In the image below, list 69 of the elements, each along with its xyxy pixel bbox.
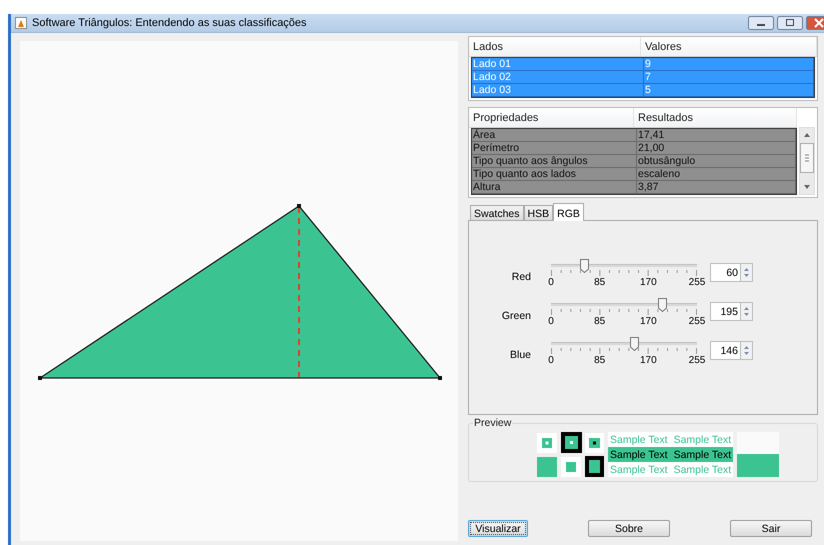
action-button[interactable]: Visualizar xyxy=(468,520,528,537)
table-cell: 7 xyxy=(644,71,814,84)
table-cell: Tipo quanto aos ângulos xyxy=(472,155,637,168)
group-title: Preview xyxy=(473,417,512,429)
tick-label: 85 xyxy=(594,277,606,288)
tab[interactable]: RGB xyxy=(553,203,584,221)
app-icon xyxy=(15,17,27,29)
tick-label: 255 xyxy=(688,355,706,366)
spinner-arrows-icon[interactable] xyxy=(740,341,753,360)
slider-thumb[interactable] xyxy=(658,298,667,312)
table-cell: Lado 01 xyxy=(472,58,644,71)
table-cell: Altura xyxy=(472,181,637,194)
table-cell: obtusângulo xyxy=(637,155,796,168)
column-header[interactable]: Valores xyxy=(641,37,817,56)
tick-label: 170 xyxy=(640,316,657,327)
table-cell: 17,41 xyxy=(637,129,796,142)
table-cell: 21,00 xyxy=(637,142,796,155)
tick-label: 170 xyxy=(640,355,657,366)
slider[interactable] xyxy=(549,298,699,310)
table-cell: Tipo quanto aos lados xyxy=(472,168,637,181)
table-cell: Lado 03 xyxy=(472,84,644,97)
spinner-arrows-icon[interactable] xyxy=(740,263,753,282)
table-cell: escaleno xyxy=(637,168,796,181)
column-header[interactable]: Lados xyxy=(469,37,641,56)
slider[interactable] xyxy=(549,259,699,271)
tick-label: 0 xyxy=(548,277,554,288)
sample-text: Sample Text xyxy=(610,464,668,476)
spinner-field[interactable]: 60 xyxy=(710,263,740,282)
scroll-thumb[interactable] xyxy=(801,144,813,172)
sample-text: Sample Text xyxy=(674,464,732,476)
table-cell: 5 xyxy=(644,84,814,97)
vertex-point xyxy=(438,376,442,380)
sample-text: Sample Text xyxy=(610,434,668,446)
scrollbar[interactable] xyxy=(799,127,815,195)
tick-label: 170 xyxy=(640,277,657,288)
tab[interactable]: Swatches xyxy=(470,205,524,220)
sample-text: Sample Text xyxy=(674,434,732,446)
slider-label: Red xyxy=(510,270,532,283)
tick-label: 0 xyxy=(548,316,554,327)
slider[interactable] xyxy=(549,337,699,349)
table-cell: Perímetro xyxy=(472,142,637,155)
color-comparison-drawing xyxy=(737,432,780,478)
vertex-point xyxy=(38,376,42,380)
spinner-arrows-icon[interactable] xyxy=(740,302,753,321)
tick-label: 85 xyxy=(594,355,606,366)
sample-text: Sample Text xyxy=(610,448,668,460)
minimize-icon[interactable] xyxy=(748,16,774,30)
table-cell: Lado 02 xyxy=(472,71,644,84)
action-button[interactable]: Sobre xyxy=(588,520,670,537)
slider-label: Blue xyxy=(508,348,532,361)
tick-label: 255 xyxy=(688,277,706,288)
table-cell: 9 xyxy=(644,58,814,71)
table-cell: Área xyxy=(472,129,637,142)
slider-label: Green xyxy=(500,309,532,322)
sample-text: Sample Text xyxy=(674,448,732,460)
spinner-field[interactable]: 195 xyxy=(710,302,740,321)
spinner-field[interactable]: 146 xyxy=(710,341,740,360)
action-button[interactable]: Sair xyxy=(730,520,812,537)
tick-label: 255 xyxy=(688,316,706,327)
tick-label: 0 xyxy=(548,355,554,366)
slider-thumb[interactable] xyxy=(630,337,639,351)
tab[interactable]: HSB xyxy=(524,205,554,220)
slider-thumb[interactable] xyxy=(580,259,590,273)
vertex-point xyxy=(297,204,301,208)
maximize-icon[interactable] xyxy=(777,16,803,30)
tick-label: 85 xyxy=(594,316,606,327)
table-cell: 3,87 xyxy=(637,181,796,194)
swatch-preview-drawing xyxy=(537,432,604,478)
window-title: Software Triângulos: Entendendo as suas classificações xyxy=(32,17,308,29)
